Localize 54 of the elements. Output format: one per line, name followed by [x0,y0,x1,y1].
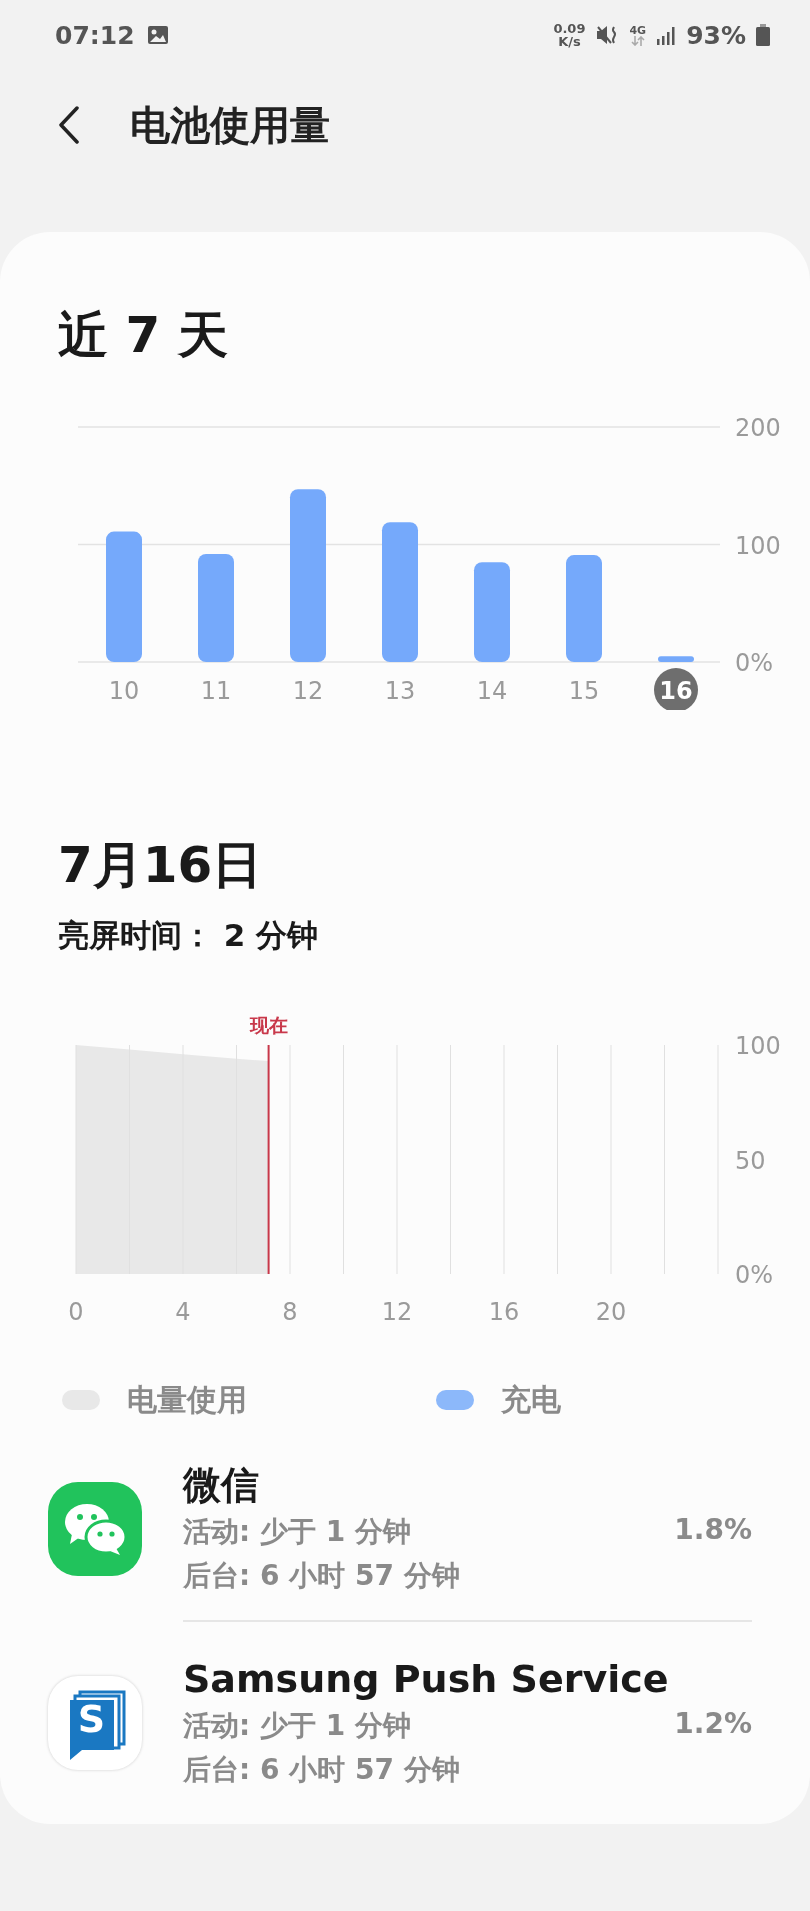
axis-label: 12 [292,677,324,705]
legend-label: 电量使用 [127,1380,247,1419]
bar[interactable] [382,522,418,662]
back-icon[interactable] [58,106,80,144]
battery-percent: 93% [686,20,746,50]
network-speed-unit: K/s [558,35,581,48]
network-speed-value: 0.09 [553,22,586,35]
active-time: 活动: 少于 1 分钟 [183,1708,412,1744]
axis-label: 10 [108,677,140,705]
axis-label: 13 [384,677,416,705]
data-arrows-icon [630,35,645,46]
bar[interactable] [566,555,602,662]
axis-label: 0% [735,1261,774,1289]
axis-label: 0 [68,1298,84,1326]
battery-icon [756,24,770,46]
page-title: 电池使用量 [130,100,330,150]
axis-label: 200 [735,414,781,442]
usage-percent: 1.8% [674,1512,752,1546]
bar[interactable] [474,562,510,662]
app-name[interactable]: 微信 [183,1460,675,1510]
image-icon [146,25,169,45]
now-label: 现在 [249,1014,288,1036]
app-icon: S [47,1676,142,1770]
section-title: 近 7 天 [57,305,229,365]
legend-label: 充电 [501,1380,561,1419]
axis-label: 20 [595,1298,627,1326]
network-type: 4G [629,24,647,36]
active-time: 活动: 少于 1 分钟 [183,1514,412,1550]
bar[interactable] [290,489,326,662]
axis-label: 100 [735,1032,781,1060]
axis-label: 16 [488,1298,520,1326]
signal-icon [656,25,677,45]
axis-label: 14 [476,677,508,705]
axis-label: 15 [568,677,600,705]
axis-label: 8 [282,1298,298,1326]
usage-percent: 1.2% [674,1706,752,1740]
axis-label: 12 [381,1298,413,1326]
selected-day-label[interactable]: 16 [654,668,698,710]
bar[interactable] [658,656,694,662]
bar[interactable] [106,531,142,662]
axis-label: 0% [735,649,774,677]
screen-time: 亮屏时间： 2 分钟 [57,916,320,955]
axis-label: 11 [200,677,232,705]
background-time: 后台: 6 小时 57 分钟 [183,1558,461,1594]
date-title: 7月16日 [57,835,264,895]
bar[interactable] [198,553,234,662]
background-time: 后台: 6 小时 57 分钟 [183,1752,461,1788]
app-name[interactable]: Samsung Push Service [183,1654,675,1704]
chat-bubbles-icon [47,1482,142,1576]
x-tick-label: 16 [659,677,693,705]
clock: 07:12 [55,20,135,50]
axis-label: 4 [175,1298,191,1326]
axis-label: 100 [735,531,781,560]
axis-label: 50 [735,1146,766,1175]
